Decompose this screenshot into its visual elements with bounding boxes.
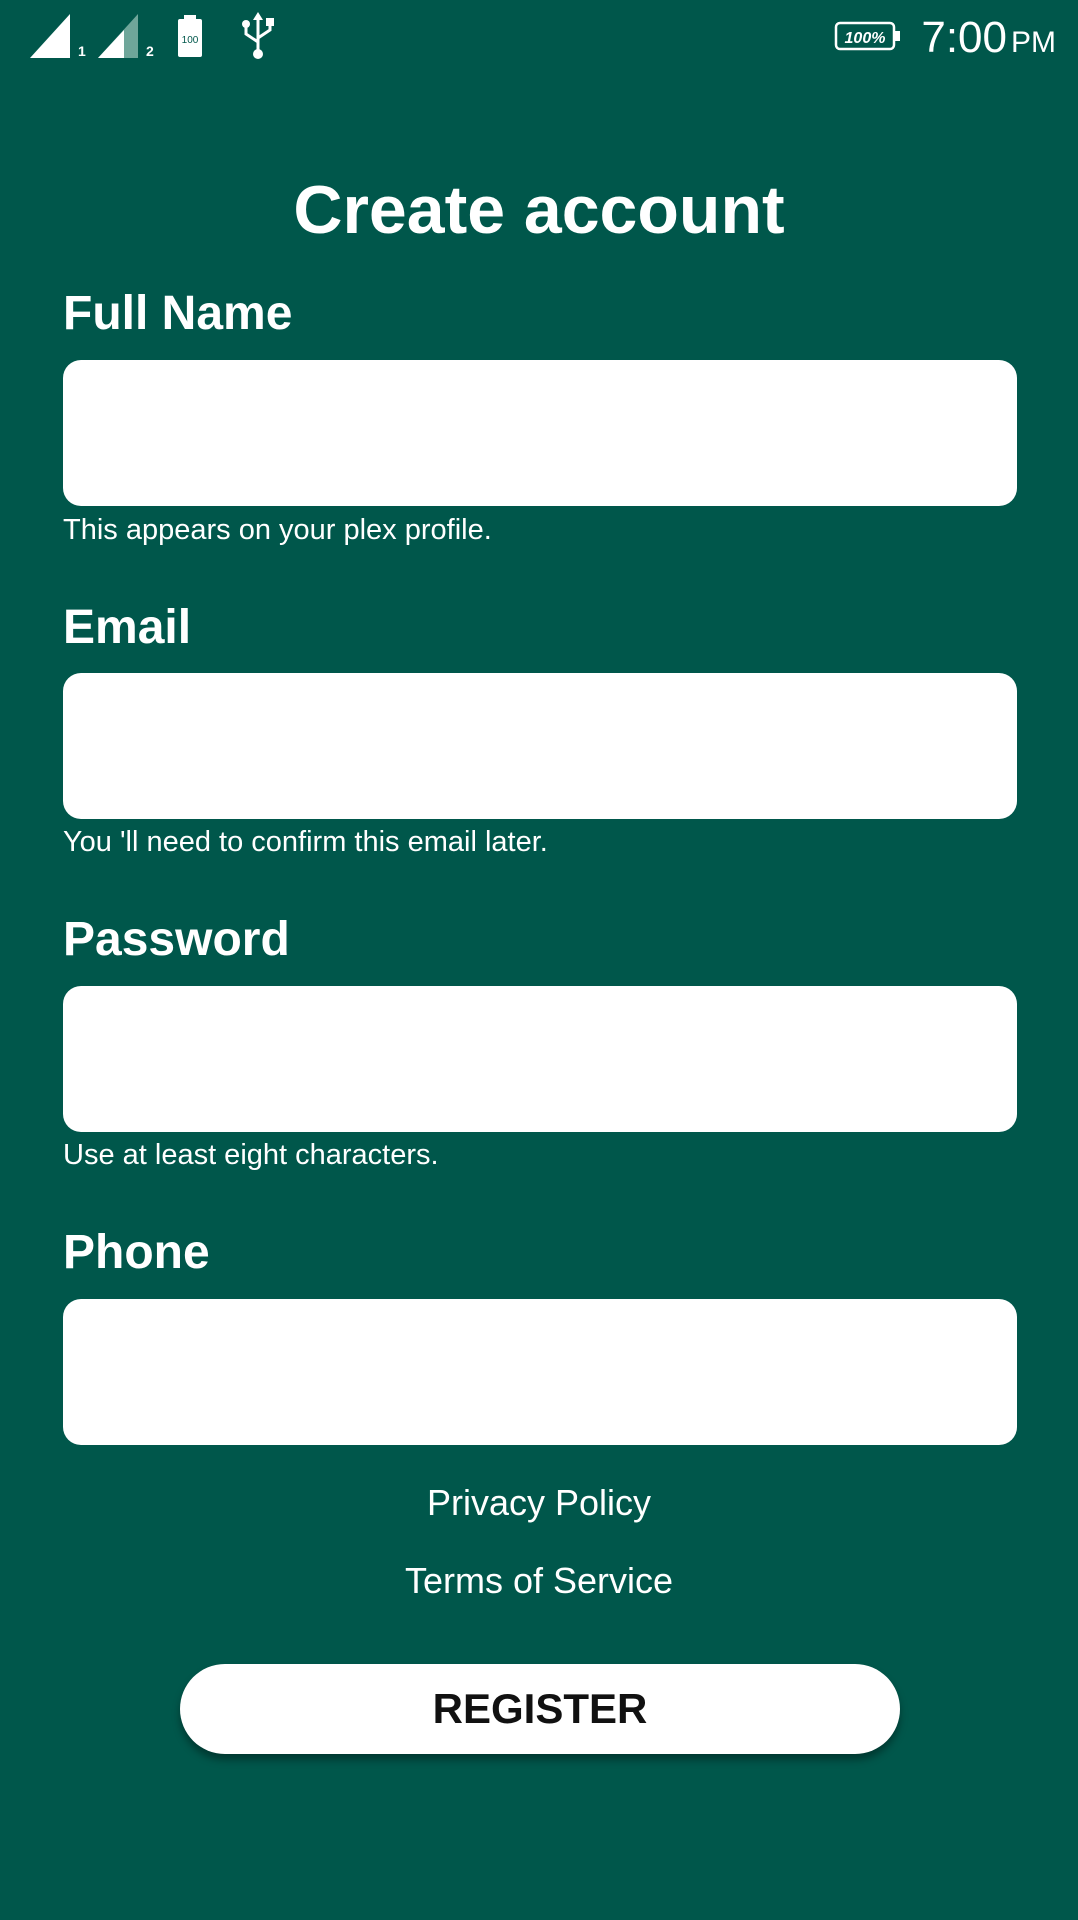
- svg-text:100%: 100%: [845, 30, 886, 47]
- terms-of-service-link[interactable]: Terms of Service: [0, 1558, 1078, 1604]
- full-name-hint: This appears on your plex profile.: [63, 514, 492, 546]
- battery-icon: 100: [178, 15, 202, 57]
- page-title: Create account: [293, 172, 785, 248]
- full-name-label: Full Name: [63, 287, 293, 340]
- password-input[interactable]: [63, 986, 1017, 1132]
- signal-sim1-icon: 1: [30, 14, 86, 58]
- signal-sim2-icon: 2: [98, 14, 154, 58]
- battery-percent-icon: 100%: [834, 21, 900, 51]
- email-input[interactable]: [63, 673, 1017, 819]
- phone-input[interactable]: [63, 1299, 1017, 1445]
- email-hint: You 'll need to confirm this email later…: [63, 826, 548, 858]
- time-value: 7:00: [921, 13, 1007, 62]
- privacy-policy-link[interactable]: Privacy Policy: [0, 1480, 1078, 1526]
- register-button[interactable]: REGISTER: [180, 1664, 900, 1754]
- svg-text:1: 1: [78, 43, 86, 58]
- svg-text:100: 100: [182, 35, 199, 46]
- password-hint: Use at least eight characters.: [63, 1139, 439, 1171]
- full-name-input[interactable]: [63, 360, 1017, 506]
- email-label: Email: [63, 601, 192, 654]
- status-time: 7:00 PM: [921, 10, 1056, 71]
- password-label: Password: [63, 913, 290, 966]
- time-ampm: PM: [1011, 26, 1056, 59]
- svg-text:2: 2: [146, 43, 154, 58]
- status-bar: 1 2 100 100% 7:00 PM: [0, 0, 1078, 76]
- phone-label: Phone: [63, 1226, 210, 1279]
- usb-icon: [242, 12, 274, 59]
